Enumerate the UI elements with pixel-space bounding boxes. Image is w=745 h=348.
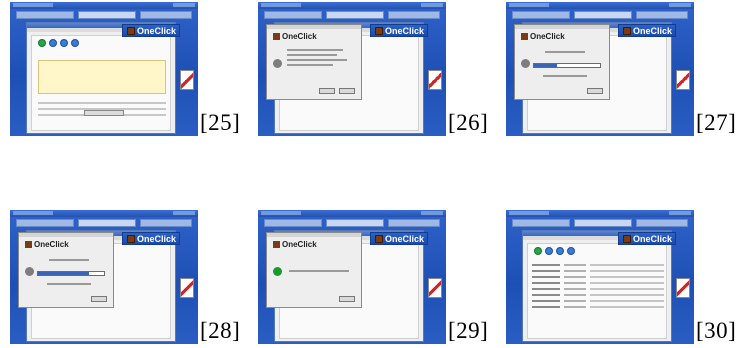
caption-30: [30]: [696, 318, 737, 343]
screenshot-28: OneClick OneClick: [10, 210, 198, 344]
screenshot-grid: OneClick [25] OneClick OneClick [26] One…: [0, 0, 745, 347]
cancel-button[interactable]: [91, 296, 107, 302]
success-icon: [273, 267, 282, 276]
brand-text: OneClick: [136, 233, 176, 244]
figure-25: OneClick [25]: [0, 0, 245, 140]
download-progress: [533, 63, 601, 68]
caption-28: [28]: [200, 318, 241, 343]
screenshot-30: OneClick: [506, 210, 694, 344]
dialog-brand: OneClick: [530, 32, 565, 41]
figure-27: OneClick OneClick [27]: [496, 0, 741, 140]
brand-text: OneClick: [632, 233, 672, 244]
screenshot-25: OneClick: [10, 2, 198, 136]
caption-25: [25]: [200, 110, 241, 135]
figure-30: OneClick [30]: [496, 208, 741, 348]
progress-fill: [38, 272, 90, 275]
figure-28: OneClick OneClick [28]: [0, 208, 245, 348]
screenshot-27: OneClick OneClick: [506, 2, 694, 136]
dialog-brand: OneClick: [282, 240, 317, 249]
caption-26: [26]: [448, 110, 489, 135]
figure-29: OneClick OneClick [29]: [248, 208, 493, 348]
dialog-brand: OneClick: [34, 240, 69, 249]
screenshot-26: OneClick OneClick: [258, 2, 446, 136]
progress-fill: [534, 64, 558, 67]
caption-27: [27]: [696, 110, 737, 135]
brand-text: OneClick: [384, 25, 424, 36]
cancel-button[interactable]: [587, 88, 603, 94]
done-button[interactable]: [339, 296, 355, 302]
dialog-brand: OneClick: [282, 32, 317, 41]
screenshot-29: OneClick OneClick: [258, 210, 446, 344]
yes-button[interactable]: [339, 88, 355, 94]
brand-text: OneClick: [136, 25, 176, 36]
download-progress: [37, 271, 105, 276]
brand-text: OneClick: [384, 233, 424, 244]
no-button[interactable]: [319, 88, 335, 94]
figure-26: OneClick OneClick [26]: [248, 0, 493, 140]
caption-29: [29]: [448, 318, 489, 343]
brand-text: OneClick: [632, 25, 672, 36]
